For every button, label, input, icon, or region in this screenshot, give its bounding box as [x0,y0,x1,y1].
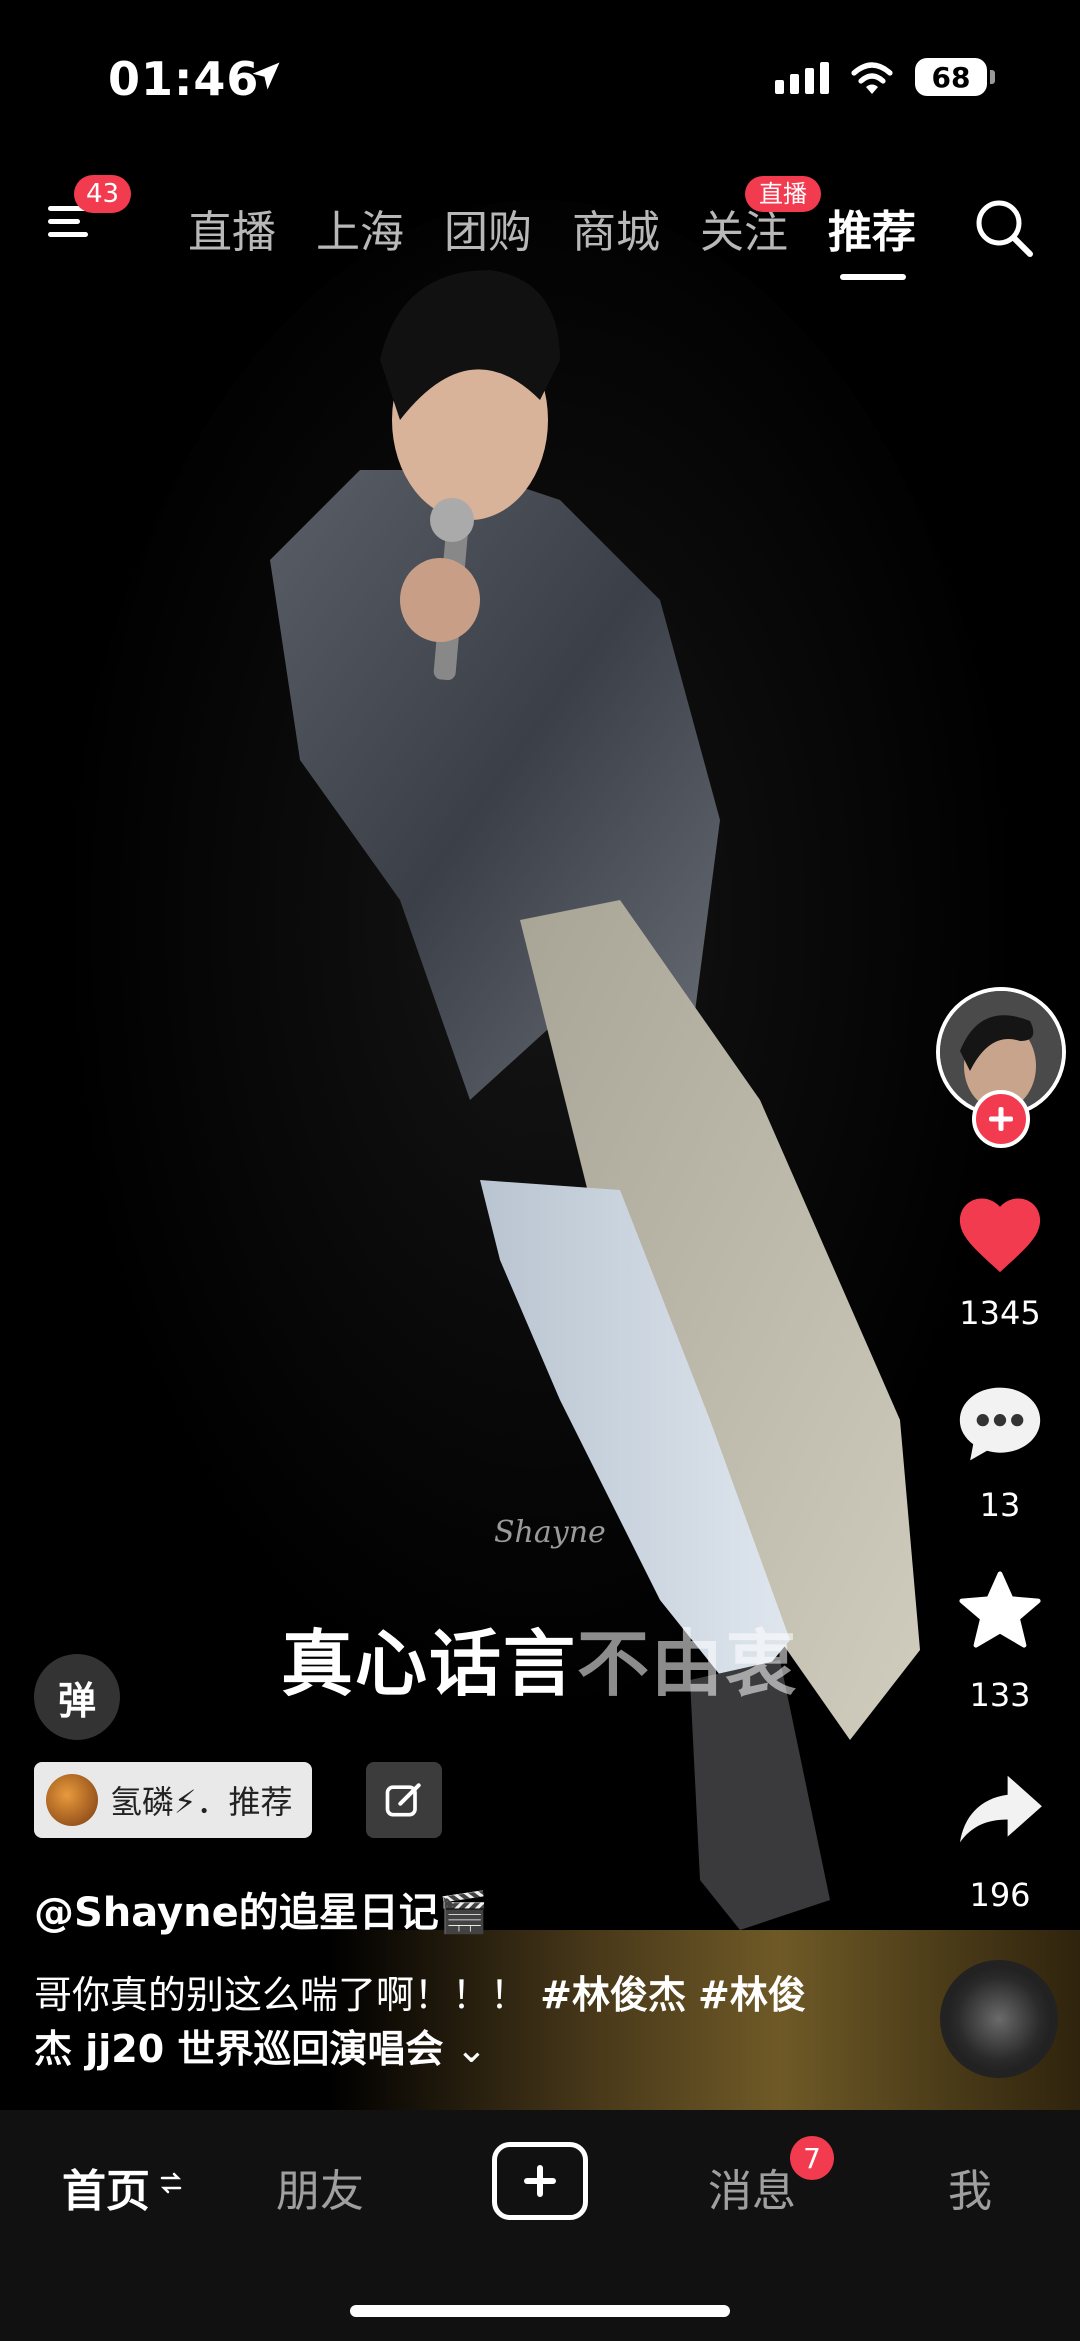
edit-button[interactable] [366,1762,442,1838]
subtitle-bright: 真心话言 [280,1621,577,1706]
share-count: 196 [969,1876,1031,1914]
tab-live[interactable]: 直播 [188,196,276,260]
like-count: 1345 [959,1294,1041,1332]
hashtag-link[interactable]: #林俊杰 [540,1973,686,2017]
create-button[interactable] [492,2142,588,2220]
comment-count: 13 [979,1486,1021,1524]
plus-icon [524,2165,556,2197]
location-arrow-icon [252,62,280,90]
star-icon [959,1571,1041,1648]
expand-chevron-icon[interactable]: ⌄ [456,2027,488,2071]
comment-icon [959,1387,1041,1461]
favorite-button[interactable] [950,1568,1050,1656]
nav-messages[interactable]: 消息 [708,2155,796,2219]
swap-icon[interactable] [160,2170,182,2196]
tab-recommend[interactable]: 推荐 [828,196,916,260]
active-tab-indicator [840,274,906,280]
tag-text: 氢磷⚡．推荐 [110,1783,293,1821]
tag-avatar [46,1774,98,1826]
status-time: 01:46 [108,52,260,106]
nav-friends[interactable]: 朋友 [276,2155,364,2219]
like-button[interactable] [950,1192,1050,1276]
tab-shanghai[interactable]: 上海 [316,196,404,260]
nav-me[interactable]: 我 [948,2155,992,2219]
danmu-toggle[interactable]: 弹 [34,1654,120,1740]
author-name[interactable]: @Shayne的追星日记🎬 [34,1880,489,1938]
edit-icon [385,1783,421,1817]
danmu-label: 弹 [57,1678,96,1723]
recommend-tag[interactable]: 氢磷⚡．推荐 [34,1762,313,1838]
favorite-count: 133 [969,1676,1031,1714]
music-disc[interactable] [940,1960,1058,2078]
comment-button[interactable] [950,1380,1050,1468]
plus-icon [989,1107,1013,1131]
battery-cap [990,70,995,84]
cellular-signal-icon [775,62,829,94]
share-button[interactable] [950,1770,1050,1850]
tab-group-buy[interactable]: 团购 [444,196,532,260]
home-indicator [350,2305,730,2317]
battery-indicator: 68 [915,58,987,96]
live-badge: 直播 [745,176,821,212]
video-description[interactable]: 哥你真的别这么喘了啊！！！ #林俊杰 #林俊杰 jj20 世界巡回演唱会 ⌄ [34,1968,834,2076]
nav-home[interactable]: 首页 [62,2155,150,2219]
video-watermark: Shayne [494,1515,606,1550]
wifi-icon [851,62,893,94]
desc-text: 哥你真的别这么喘了啊！！！ [34,1973,529,2017]
lyric-subtitle: 真心话言不由衷 [0,1605,1080,1710]
menu-notification-badge: 43 [74,175,132,213]
heart-icon [959,1198,1041,1273]
tab-mall[interactable]: 商城 [572,196,660,260]
messages-badge: 7 [790,2136,834,2180]
search-icon[interactable] [972,196,1036,260]
share-arrow-icon [960,1775,1042,1843]
subtitle-dim: 不由衷 [577,1621,800,1706]
follow-button[interactable] [972,1090,1030,1148]
